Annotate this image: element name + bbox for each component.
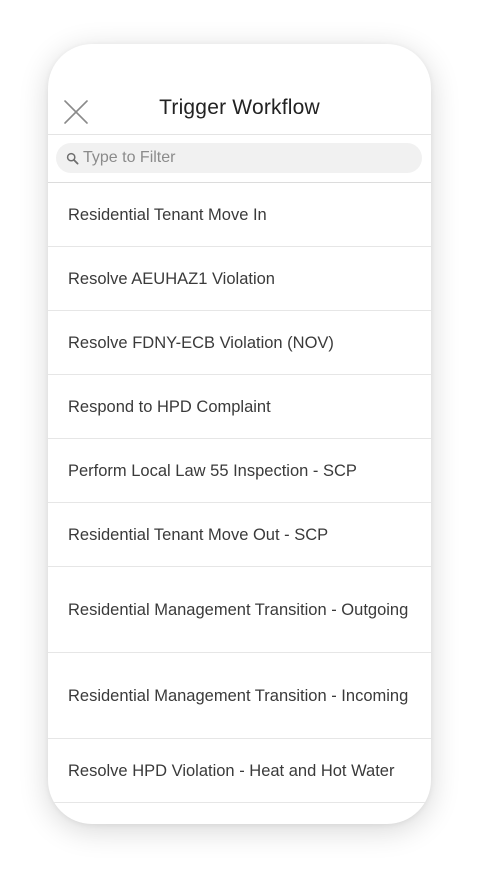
page-title: Trigger Workflow: [159, 96, 320, 119]
search-bar: [48, 135, 431, 183]
list-item-respond-to-hpd-complaint[interactable]: Respond to HPD Complaint: [48, 375, 431, 439]
list-item-label: Resolve HPD Violation - Heat and Hot Wat…: [68, 761, 395, 780]
phone-frame: Trigger Workflow Residential Tenant Move…: [48, 44, 431, 824]
list-item-resolve-hpd-heat-hot-water[interactable]: Resolve HPD Violation - Heat and Hot Wat…: [48, 739, 431, 803]
list-item-management-transition-incoming[interactable]: Residential Management Transition - Inco…: [48, 653, 431, 739]
list-item-label: Residential Management Transition - Outg…: [68, 600, 409, 619]
search-input[interactable]: [83, 149, 403, 167]
list-item-resolve-fdny-ecb-violation[interactable]: Resolve FDNY-ECB Violation (NOV): [48, 311, 431, 375]
modal-header: Trigger Workflow: [48, 44, 431, 135]
list-item-label: Resolve AEUHAZ1 Violation: [68, 269, 275, 288]
list-item-label: Residential Tenant Move Out - SCP: [68, 525, 329, 544]
search-icon: [66, 152, 79, 165]
list-item-residential-tenant-move-out[interactable]: Residential Tenant Move Out - SCP: [48, 503, 431, 567]
list-item-label: Residential Management Transition - Inco…: [68, 686, 409, 705]
list-item-label: Resolve FDNY-ECB Violation (NOV): [68, 333, 334, 352]
list-item-local-law-55-inspection[interactable]: Perform Local Law 55 Inspection - SCP: [48, 439, 431, 503]
list-item-label: Respond to HPD Complaint: [68, 397, 271, 416]
list-item-label: Perform Local Law 55 Inspection - SCP: [68, 461, 357, 480]
list-item-label: Residential Tenant Move In: [68, 205, 267, 224]
workflow-list: Residential Tenant Move In Resolve AEUHA…: [48, 183, 431, 803]
search-field[interactable]: [56, 143, 422, 173]
list-item-management-transition-outgoing[interactable]: Residential Management Transition - Outg…: [48, 567, 431, 653]
list-item-resolve-aeuhaz1-violation[interactable]: Resolve AEUHAZ1 Violation: [48, 247, 431, 311]
list-item-residential-tenant-move-in[interactable]: Residential Tenant Move In: [48, 183, 431, 247]
